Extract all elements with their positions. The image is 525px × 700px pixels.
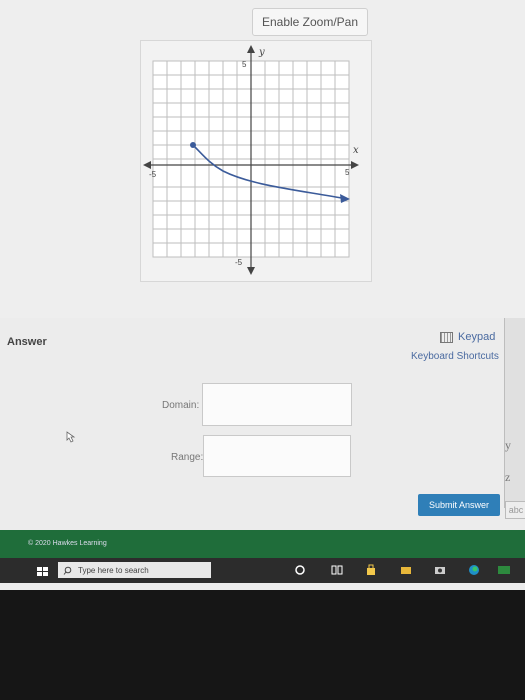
submit-answer-button[interactable]: Submit Answer bbox=[418, 494, 500, 516]
search-placeholder: Type here to search bbox=[78, 565, 149, 575]
mouse-cursor-icon bbox=[66, 431, 76, 443]
y-tick-top: 5 bbox=[242, 60, 247, 69]
curve-endpoint bbox=[190, 142, 196, 148]
x-tick-right: 5 bbox=[345, 168, 350, 177]
task-view-icon[interactable] bbox=[331, 564, 343, 576]
cortana-icon[interactable] bbox=[294, 564, 306, 576]
edge-browser-icon[interactable] bbox=[468, 564, 480, 576]
browser-screen: Enable Zoom/Pan y x 5 -5 -5 5 Answer Key… bbox=[0, 0, 525, 590]
coordinate-graph: y x 5 -5 -5 5 bbox=[143, 45, 359, 275]
range-input[interactable] bbox=[203, 435, 351, 477]
side-key-z[interactable]: z bbox=[505, 470, 510, 485]
app-icon[interactable] bbox=[498, 564, 510, 576]
answer-heading: Answer bbox=[7, 336, 47, 348]
y-tick-bottom: -5 bbox=[235, 258, 243, 267]
y-axis-label: y bbox=[258, 47, 265, 58]
store-icon[interactable] bbox=[365, 564, 377, 576]
range-label: Range: bbox=[171, 452, 204, 463]
camera-icon[interactable] bbox=[434, 564, 446, 576]
search-icon bbox=[63, 566, 72, 575]
domain-label: Domain: bbox=[162, 400, 200, 411]
domain-input[interactable] bbox=[202, 383, 352, 426]
copyright-text: © 2020 Hawkes Learning bbox=[28, 540, 107, 547]
x-axis-label: x bbox=[353, 145, 359, 156]
side-tab-abc[interactable]: abc bbox=[505, 501, 525, 519]
taskbar-search-box[interactable]: Type here to search bbox=[58, 562, 211, 578]
x-axis-right-arrow bbox=[351, 161, 359, 169]
graph-panel: y x 5 -5 -5 5 bbox=[140, 40, 372, 282]
file-explorer-icon[interactable] bbox=[400, 564, 412, 576]
x-axis-left-arrow bbox=[143, 161, 151, 169]
windows-start-icon[interactable] bbox=[37, 567, 49, 577]
footer-bar: © 2020 Hawkes Learning bbox=[0, 530, 525, 558]
graph-section: Enable Zoom/Pan y x 5 -5 -5 5 bbox=[0, 0, 525, 318]
keyboard-shortcuts-link[interactable]: Keyboard Shortcuts bbox=[411, 351, 499, 362]
x-tick-left: -5 bbox=[149, 170, 157, 179]
y-axis-down-arrow bbox=[247, 267, 255, 275]
enable-zoom-pan-button[interactable]: Enable Zoom/Pan bbox=[252, 8, 368, 36]
keypad-icon bbox=[440, 331, 453, 343]
side-key-y[interactable]: y bbox=[505, 438, 511, 453]
keypad-button[interactable]: Keypad bbox=[440, 331, 495, 343]
y-axis-up-arrow bbox=[247, 45, 255, 53]
keypad-label: Keypad bbox=[458, 331, 496, 343]
